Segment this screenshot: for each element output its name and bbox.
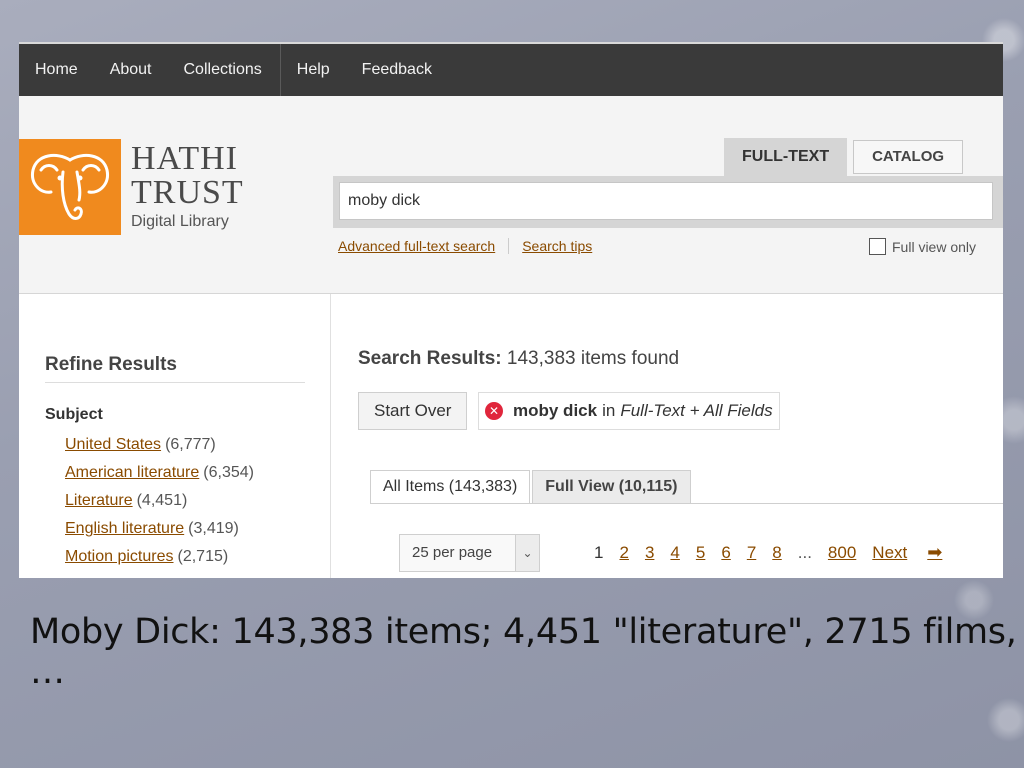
search-input[interactable]	[339, 182, 993, 220]
pagination: 1 2 3 4 5 6 7 8 ... 800 Next ➡	[594, 542, 974, 563]
elephant-logo-icon	[19, 139, 121, 235]
facet-count: (3,419)	[188, 520, 239, 537]
facet-count: (6,354)	[203, 464, 254, 481]
list-item: Literature (4,451)	[65, 490, 254, 518]
sidebar-divider	[45, 382, 305, 383]
results-title: Search Results: 143,383 items found	[358, 348, 679, 370]
page-link[interactable]: 6	[721, 543, 730, 563]
page-link[interactable]: 8	[772, 543, 781, 563]
start-over-button[interactable]: Start Over	[358, 392, 468, 430]
chevron-down-icon[interactable]: ⌄	[515, 535, 539, 571]
nav-about[interactable]: About	[110, 44, 152, 96]
list-item: United States (6,777)	[65, 434, 254, 462]
page-current: 1	[594, 542, 604, 562]
subject-facet-list: United States (6,777) American literature…	[65, 434, 254, 574]
list-item: Motion pictures (2,715)	[65, 546, 254, 574]
full-view-only-option[interactable]: Full view only	[869, 238, 976, 255]
screenshot-frame: Home About Collections Help Feedback HAT…	[19, 42, 1003, 578]
top-nav: Home About Collections Help Feedback	[19, 44, 1003, 96]
logo-wordmark: HATHI TRUST Digital Library	[131, 142, 244, 232]
nav-collections[interactable]: Collections	[184, 44, 262, 96]
facet-count: (2,715)	[177, 548, 229, 565]
page-link[interactable]: 4	[670, 543, 679, 563]
arrow-right-icon: ➡	[927, 542, 943, 562]
facet-link[interactable]: American literature	[65, 464, 199, 481]
next-page-link[interactable]: Next ➡	[872, 542, 958, 563]
search-type-tabs: FULL-TEXT CATALOG	[724, 138, 964, 176]
tabs-underline	[370, 503, 1003, 504]
link-divider	[508, 238, 510, 254]
page-link[interactable]: 3	[645, 543, 654, 563]
facet-link[interactable]: English literature	[65, 520, 184, 537]
tab-catalog[interactable]: CATALOG	[853, 140, 964, 174]
page-link[interactable]: 2	[619, 543, 628, 563]
results-count: 143,383 items found	[501, 348, 680, 369]
results-title-label: Search Results:	[358, 348, 502, 369]
full-view-checkbox[interactable]	[869, 238, 886, 255]
list-item: American literature (6,354)	[65, 462, 254, 490]
nav-feedback[interactable]: Feedback	[362, 44, 432, 96]
query-in: in	[602, 401, 616, 420]
facet-link[interactable]: Literature	[65, 492, 133, 509]
full-view-label: Full view only	[892, 238, 977, 255]
result-view-tabs: All Items (143,383) Full View (10,115)	[370, 470, 691, 504]
logo-line-trust: TRUST	[131, 174, 244, 211]
page-link[interactable]: 5	[696, 543, 705, 563]
nav-divider	[279, 44, 281, 96]
refine-sidebar: Refine Results Subject United States (6,7…	[19, 294, 331, 578]
remove-filter-icon[interactable]: ✕	[485, 402, 503, 420]
per-page-value: 25 per page	[412, 544, 493, 561]
advanced-search-link[interactable]: Advanced full-text search	[338, 238, 495, 254]
page-ellipsis: ...	[797, 542, 812, 562]
tab-full-view[interactable]: Full View (10,115)	[532, 470, 691, 504]
site-header: HATHI TRUST Digital Library FULL-TEXT CA…	[19, 96, 1003, 294]
active-query-chip: ✕ moby dick in Full-Text + All Fields	[478, 392, 780, 430]
page-link-last[interactable]: 800	[828, 543, 856, 563]
logo-line-digital-library: Digital Library	[131, 213, 229, 230]
search-tips-link[interactable]: Search tips	[522, 238, 592, 254]
list-item: English literature (3,419)	[65, 518, 254, 546]
query-fields: Full-Text + All Fields	[620, 401, 773, 420]
results-panel: Search Results: 143,383 items found Star…	[332, 294, 1003, 578]
facet-link[interactable]: Motion pictures	[65, 548, 174, 565]
page-link[interactable]: 7	[747, 543, 756, 563]
slide-caption: Moby Dick: 143,383 items; 4,451 "literat…	[30, 612, 1017, 692]
search-links: Advanced full-text search Search tips	[338, 238, 592, 254]
search-bar	[333, 176, 1003, 228]
facet-count: (4,451)	[136, 492, 188, 509]
per-page-select[interactable]: 25 per page ⌄	[399, 534, 540, 572]
query-term: moby dick	[513, 401, 598, 420]
refine-results-heading: Refine Results	[45, 354, 177, 375]
subject-heading: Subject	[45, 406, 103, 423]
nav-help[interactable]: Help	[297, 44, 330, 96]
logo-line-hathi: HATHI	[131, 140, 238, 177]
tab-all-items[interactable]: All Items (143,383)	[370, 470, 531, 504]
nav-home[interactable]: Home	[35, 44, 78, 96]
next-label: Next	[872, 543, 908, 562]
hathitrust-logo[interactable]: HATHI TRUST Digital Library	[19, 139, 244, 235]
tab-full-text[interactable]: FULL-TEXT	[724, 138, 848, 176]
facet-link[interactable]: United States	[65, 436, 161, 453]
facet-count: (6,777)	[165, 436, 216, 453]
